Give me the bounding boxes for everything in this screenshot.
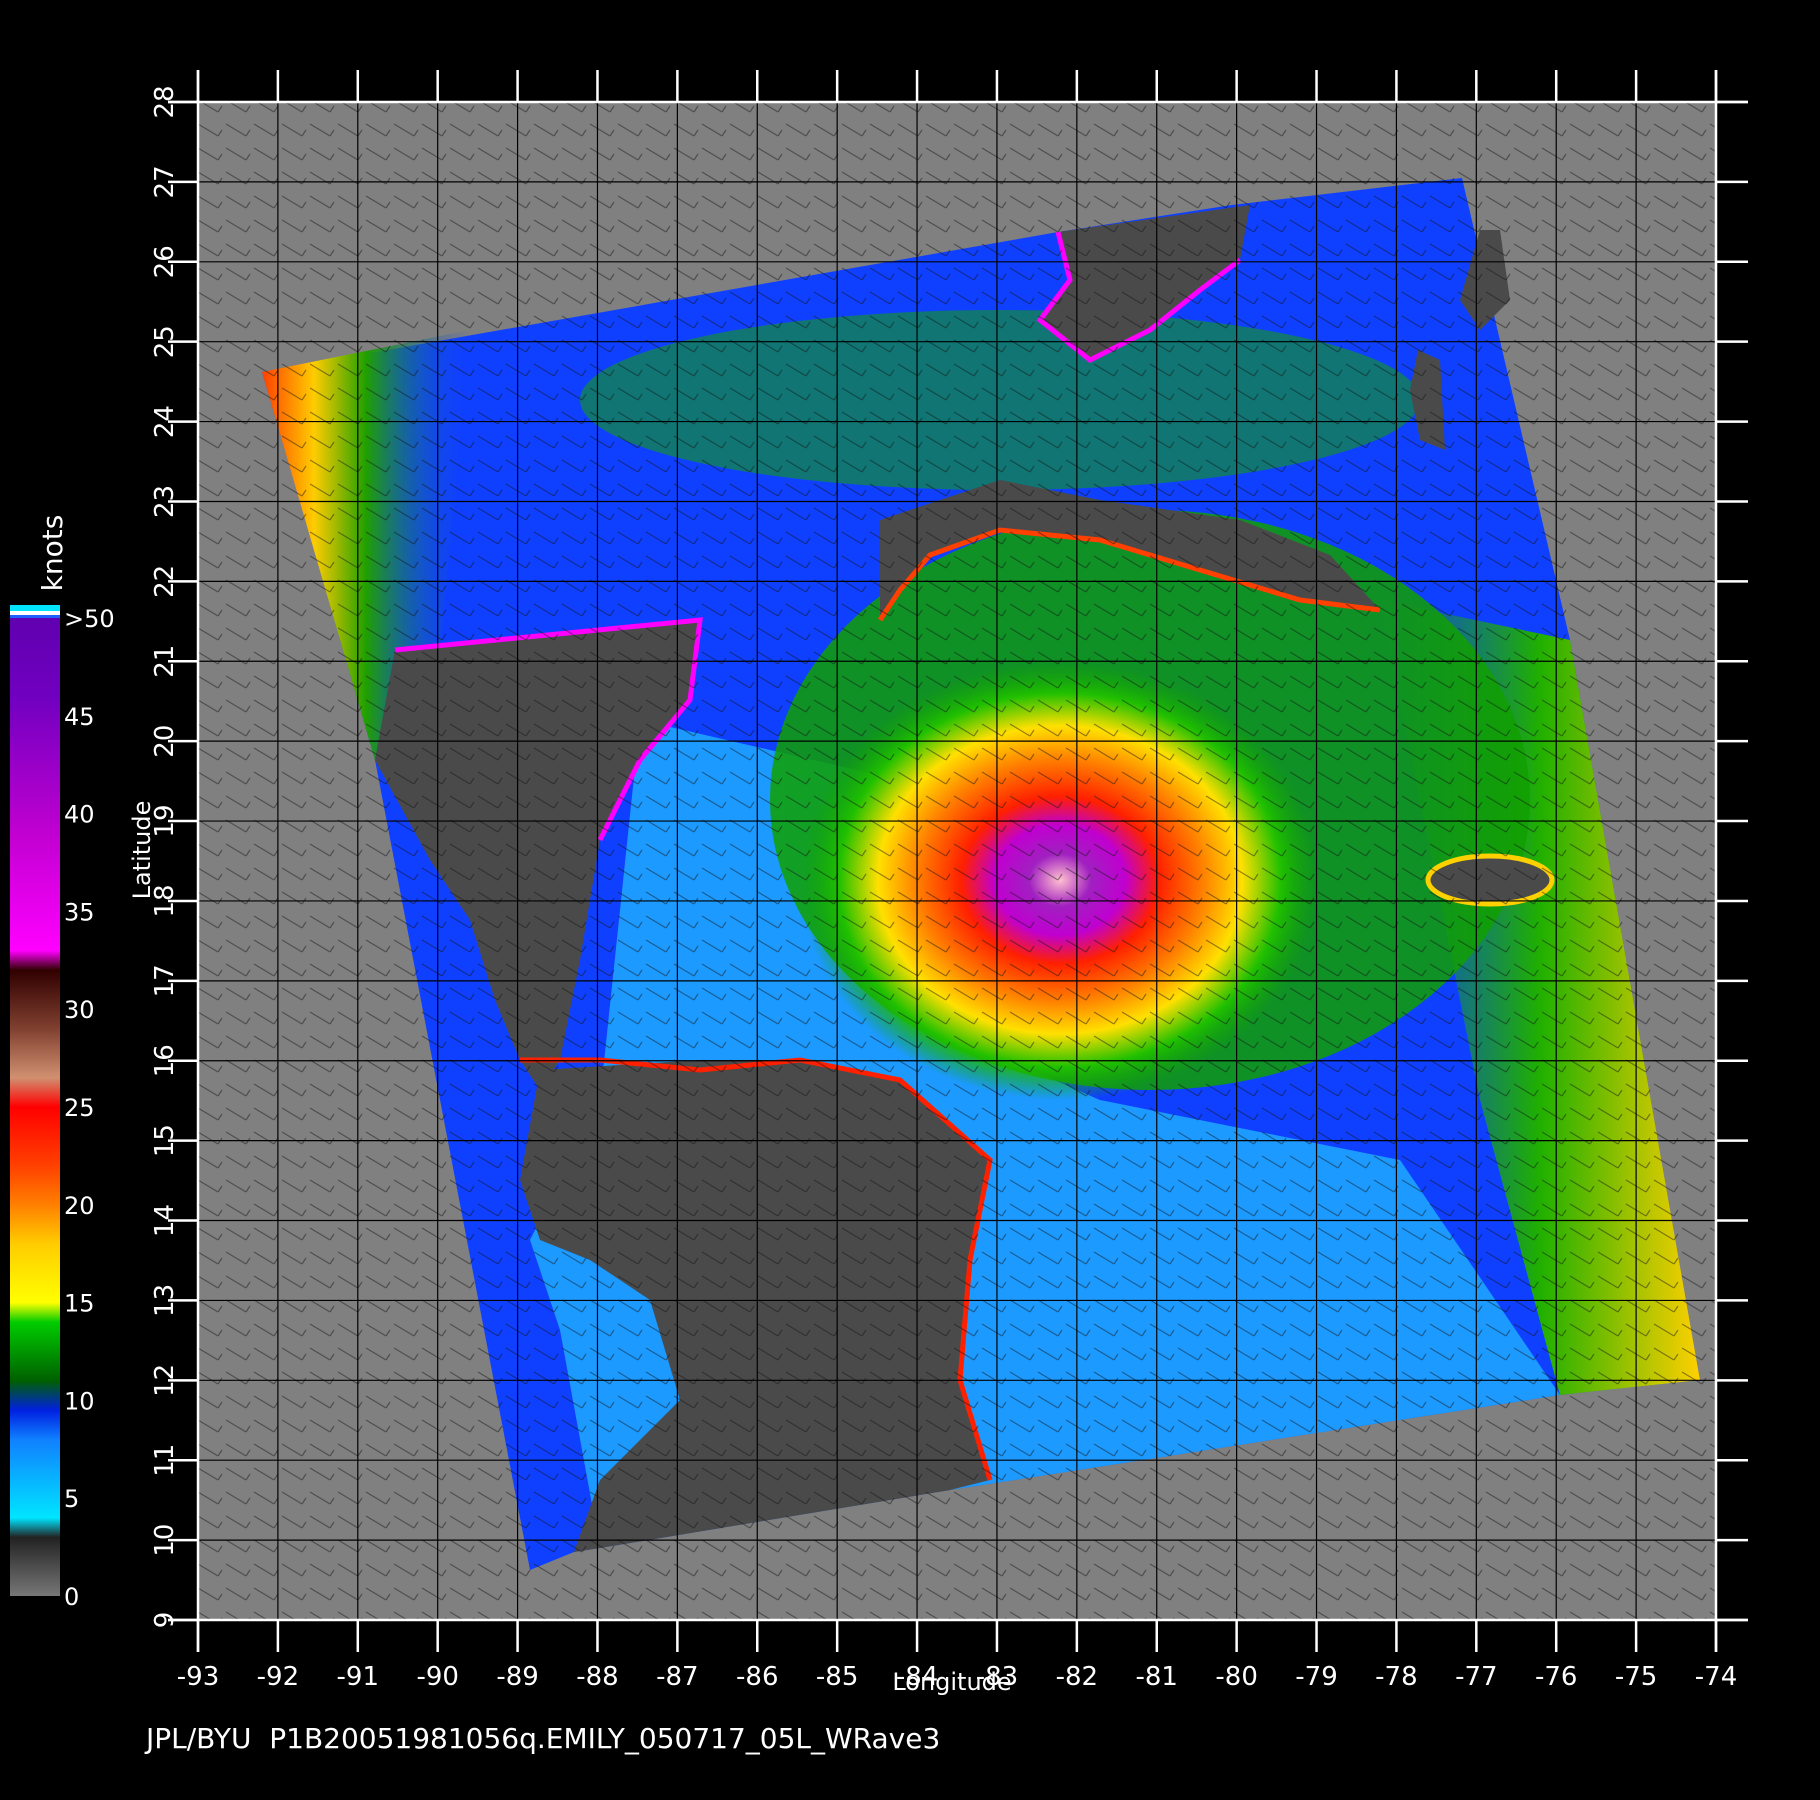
y-tick-label: 22 [150,565,180,598]
y-tick-label: 26 [150,245,180,278]
colorbar-tick-label: 10 [64,1387,95,1415]
y-tick-label: 15 [150,1124,180,1157]
swath-layer [198,102,1716,1620]
x-tick-label: -86 [736,1662,778,1692]
colorbar-title: knots [36,515,69,592]
y-tick-label: 23 [150,485,180,518]
x-tick-label: -74 [1695,1662,1737,1692]
colorbar: knots 0 5 10 15 20 25 30 35 40 45 >50 [10,515,115,1611]
x-tick-label: -79 [1295,1662,1337,1692]
y-tick-label: 25 [150,325,180,358]
wind-map-figure: -93 -92 -91 -90 -89 -88 -87 -86 -85 -84 -83 -82 -81-… [10,70,1748,1696]
colorbar-tick-label: >50 [64,605,115,633]
colorbar-tick-label: 35 [64,898,95,926]
colorbar-tick-labels: 0 5 10 15 20 25 30 35 40 45 >50 [64,605,115,1611]
x-tick-label: -88 [576,1662,618,1692]
x-tick-label: -92 [257,1662,299,1692]
y-tick-label: 27 [150,165,180,198]
y-tick-label: 21 [150,645,180,678]
colorbar-tick-label: 25 [64,1094,95,1122]
colorbar-cap-white [10,611,60,615]
x-tick-label: -89 [496,1662,538,1692]
y-tick-label: 17 [150,964,180,997]
colorbar-cap-cyan [10,605,60,611]
y-axis-title: Latitude [128,801,156,900]
x-axis-title: Longitude [892,1668,1011,1696]
colorbar-tick-label: 0 [64,1583,79,1611]
colorbar-tick-label: 5 [64,1485,79,1513]
y-tick-label: 16 [150,1044,180,1077]
x-tick-label: -91 [337,1662,379,1692]
x-tick-label: -85 [816,1662,858,1692]
y-tick-label: 12 [150,1364,180,1397]
y-tick-label: 9 [150,1612,180,1629]
x-tick-label: -80 [1215,1662,1257,1692]
x-tick-label: -82 [1056,1662,1098,1692]
x-tick-label: -75 [1615,1662,1657,1692]
y-tick-label: 13 [150,1284,180,1317]
colorbar-gradient [10,618,60,1596]
y-tick-label: 11 [150,1444,180,1477]
colorbar-tick-label: 45 [64,703,95,731]
colorbar-tick-label: 20 [64,1192,95,1220]
x-tick-label: -78 [1375,1662,1417,1692]
x-tick-label: -90 [416,1662,458,1692]
y-tick-label: 20 [150,725,180,758]
x-tick-label: -77 [1455,1662,1497,1692]
colorbar-tick-label: 40 [64,801,95,829]
x-tick-label: -93 [177,1662,219,1692]
y-tick-label: 10 [150,1524,180,1557]
x-tick-label: -76 [1535,1662,1577,1692]
y-tick-label: 24 [150,405,180,438]
x-tick-label: -81 [1136,1662,1178,1692]
y-tick-label: 28 [150,85,180,118]
x-tick-label: -87 [656,1662,698,1692]
colorbar-tick-label: 15 [64,1290,95,1318]
y-tick-label: 14 [150,1204,180,1237]
colorbar-cap-blue [10,615,60,618]
colorbar-tick-label: 30 [64,996,95,1024]
wind-barbs [198,102,1716,1620]
figure-caption: JPL/BYU P1B20051981056q.EMILY_050717_05L… [146,1722,941,1755]
